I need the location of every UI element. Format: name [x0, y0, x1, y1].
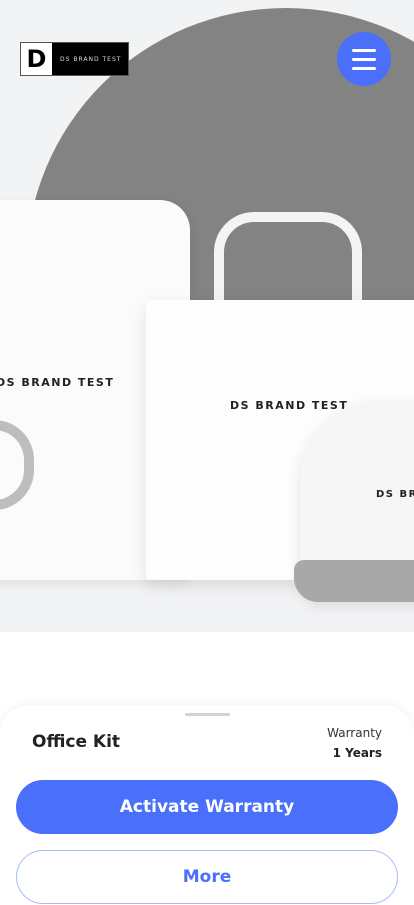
- warranty-value: 1 Years: [332, 746, 382, 760]
- product-sheet: Office Kit Warranty 1 Years Activate War…: [0, 705, 414, 905]
- activate-warranty-button[interactable]: Activate Warranty: [16, 780, 398, 834]
- logo-text: DS BRAND TEST: [60, 55, 122, 63]
- product-name: Office Kit: [32, 732, 121, 752]
- hamburger-icon: [352, 66, 376, 70]
- shirt-print: DS BRAND TEST: [0, 376, 115, 389]
- menu-button[interactable]: [337, 32, 391, 86]
- brand-logo[interactable]: D DS BRAND TEST: [20, 42, 129, 76]
- hamburger-icon: [352, 48, 376, 52]
- cap-print: DS BR: [376, 489, 414, 500]
- logo-mark: D: [21, 43, 52, 75]
- warranty-label: Warranty: [327, 726, 382, 740]
- product-image: DS BRAND TEST DS BRAND TEST DS BR: [0, 0, 414, 632]
- bag-print: DS BRAND TEST: [230, 399, 349, 412]
- drag-handle[interactable]: [185, 713, 230, 716]
- hamburger-icon: [352, 57, 376, 61]
- cap-brim: [294, 560, 414, 602]
